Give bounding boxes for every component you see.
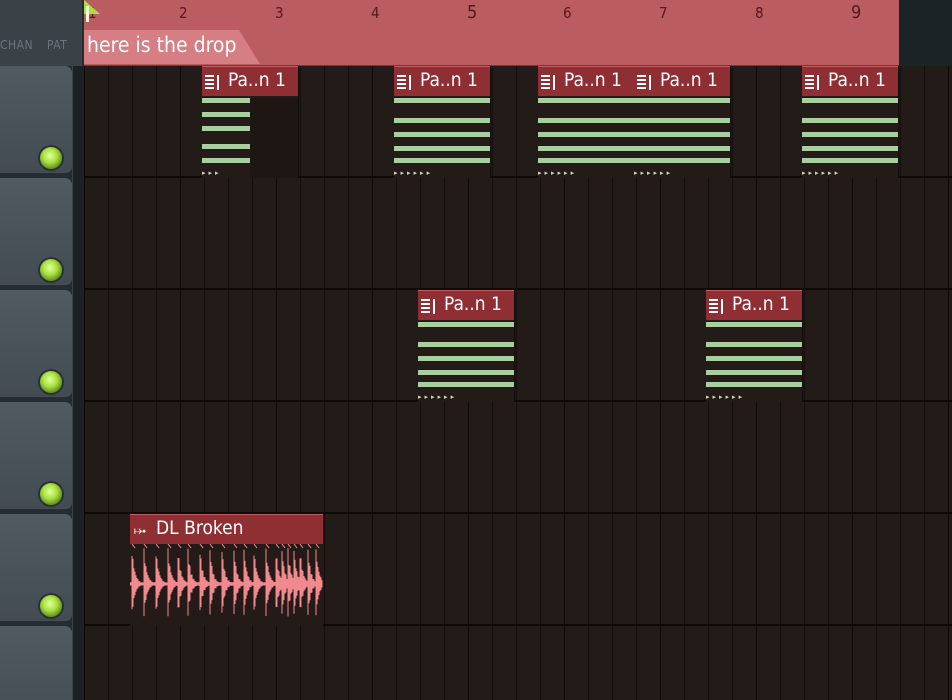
audio-waveform [130,544,323,617]
clip-notes [802,98,898,164]
clip-arrows: ▸▸▸▸▸▸ [538,169,578,177]
track-header-4[interactable] [0,402,72,510]
bar-number: 7 [659,4,668,22]
track-header-3[interactable] [0,290,72,398]
clip-header[interactable]: Pa..n 1 [418,290,514,320]
clip-arrows: ▸▸▸▸▸▸ [394,169,434,177]
chan-label[interactable]: CHAN [0,38,33,52]
waveform-tick [177,544,182,549]
track-header-6[interactable] [0,626,72,700]
clip-notes [706,322,802,388]
waveform-tick [293,544,298,549]
pattern-clip-icon [205,75,219,90]
waveform-tick [287,544,292,549]
bar-number: 2 [179,4,188,22]
track-header-1[interactable] [0,66,72,174]
clip-notes [538,98,634,164]
bar-number: 8 [755,4,764,22]
clip-header[interactable]: Pa..n 1 [538,66,634,96]
pattern-clip[interactable]: Pa..n 1 ▸▸▸▸▸▸ [706,290,803,402]
green-led-icon[interactable] [40,259,62,281]
ruler-end [899,0,952,66]
track-header-2[interactable] [0,178,72,286]
waveform-tick [143,544,148,549]
clip-header[interactable]: Pa..n 1 [634,66,730,96]
waveform-tick [167,544,172,549]
clip-name: Pa..n 1 [420,69,478,91]
green-led-icon[interactable] [40,147,62,169]
clip-header[interactable]: Pa..n 1 [706,290,802,320]
clip-name: DL Broken [156,517,244,539]
waveform-tick [315,544,320,549]
pattern-clip-icon [709,299,723,314]
waveform-tick [155,544,160,549]
clip-notes [202,98,250,164]
waveform-tick [233,544,238,549]
green-led-icon[interactable] [40,371,62,393]
waveform-tick [243,544,248,549]
clip-arrows: ▸▸▸▸▸▸ [802,169,842,177]
waveform-tick [299,544,304,549]
clip-notes [418,322,514,388]
bar-number: 4 [371,4,380,22]
track-header-5[interactable] [0,514,72,622]
pattern-clip[interactable]: Pa..n 1 ▸▸▸▸▸▸ [394,66,491,178]
bar-number: 6 [563,4,572,22]
lane-separator [84,288,952,290]
bar-number: 9 [851,2,862,23]
clip-arrows: ▸▸▸▸▸▸ [634,169,674,177]
pattern-clip[interactable]: Pa..n 1 ▸▸▸ [202,66,299,178]
clip-name: Pa..n 1 [660,69,718,91]
clip-header[interactable]: Pa..n 1 [202,66,298,96]
clip-name: Pa..n 1 [828,69,886,91]
clip-arrows: ▸▸▸▸▸▸ [418,393,458,401]
clip-name: Pa..n 1 [732,293,790,315]
waveform-tick [221,544,226,549]
waveform-path [130,548,323,617]
chan-pat-header: CHAN PAT [0,0,82,66]
clip-header[interactable]: Pa..n 1 [802,66,898,96]
audio-clip-icon: ⤠ [134,521,147,539]
pattern-clip-icon [397,75,411,90]
waveform-tick [187,544,192,549]
waveform-tick [307,544,312,549]
clip-body-empty [250,98,298,178]
waveform-tick [131,544,136,549]
pattern-clip-icon [541,75,555,90]
bar-number: 3 [275,4,284,22]
clip-name: Pa..n 1 [444,293,502,315]
green-led-icon[interactable] [40,483,62,505]
clip-header[interactable]: ⤠ DL Broken [130,514,323,544]
clip-arrows: ▸▸▸▸▸▸ [706,393,746,401]
pattern-clip[interactable]: Pa..n 1 ▸▸▸▸▸▸ [538,66,635,178]
pattern-clip-icon [805,75,819,90]
pat-label[interactable]: PAT [47,38,67,52]
track-header-edge [72,66,84,700]
clip-name: Pa..n 1 [564,69,622,91]
waveform-tick [275,544,280,549]
clip-arrows: ▸▸▸ [202,169,222,177]
clip-header[interactable]: Pa..n 1 [394,66,490,96]
waveform-tick [199,544,204,549]
clip-name: Pa..n 1 [228,69,286,91]
green-led-icon[interactable] [40,595,62,617]
time-marker-label: here is the drop [87,33,237,57]
waveform-tick [209,544,214,549]
clip-notes [394,98,490,164]
pattern-clip-icon [637,75,651,90]
pattern-clip[interactable]: Pa..n 1 ▸▸▸▸▸▸ [418,290,515,402]
time-marker[interactable]: here is the drop [84,30,260,64]
bar-number: 5 [467,2,478,23]
waveform-tick [281,544,286,549]
waveform-tick [265,544,270,549]
pattern-clip[interactable]: Pa..n 1 ▸▸▸▸▸▸ [634,66,731,178]
pattern-clip[interactable]: Pa..n 1 ▸▸▸▸▸▸ [802,66,899,178]
clip-notes [634,98,730,164]
play-position-line [86,6,89,22]
waveform-tick [253,544,258,549]
lane-separator [84,400,952,402]
audio-clip[interactable]: ⤠ DL Broken [130,514,323,626]
pattern-clip-icon [421,299,435,314]
